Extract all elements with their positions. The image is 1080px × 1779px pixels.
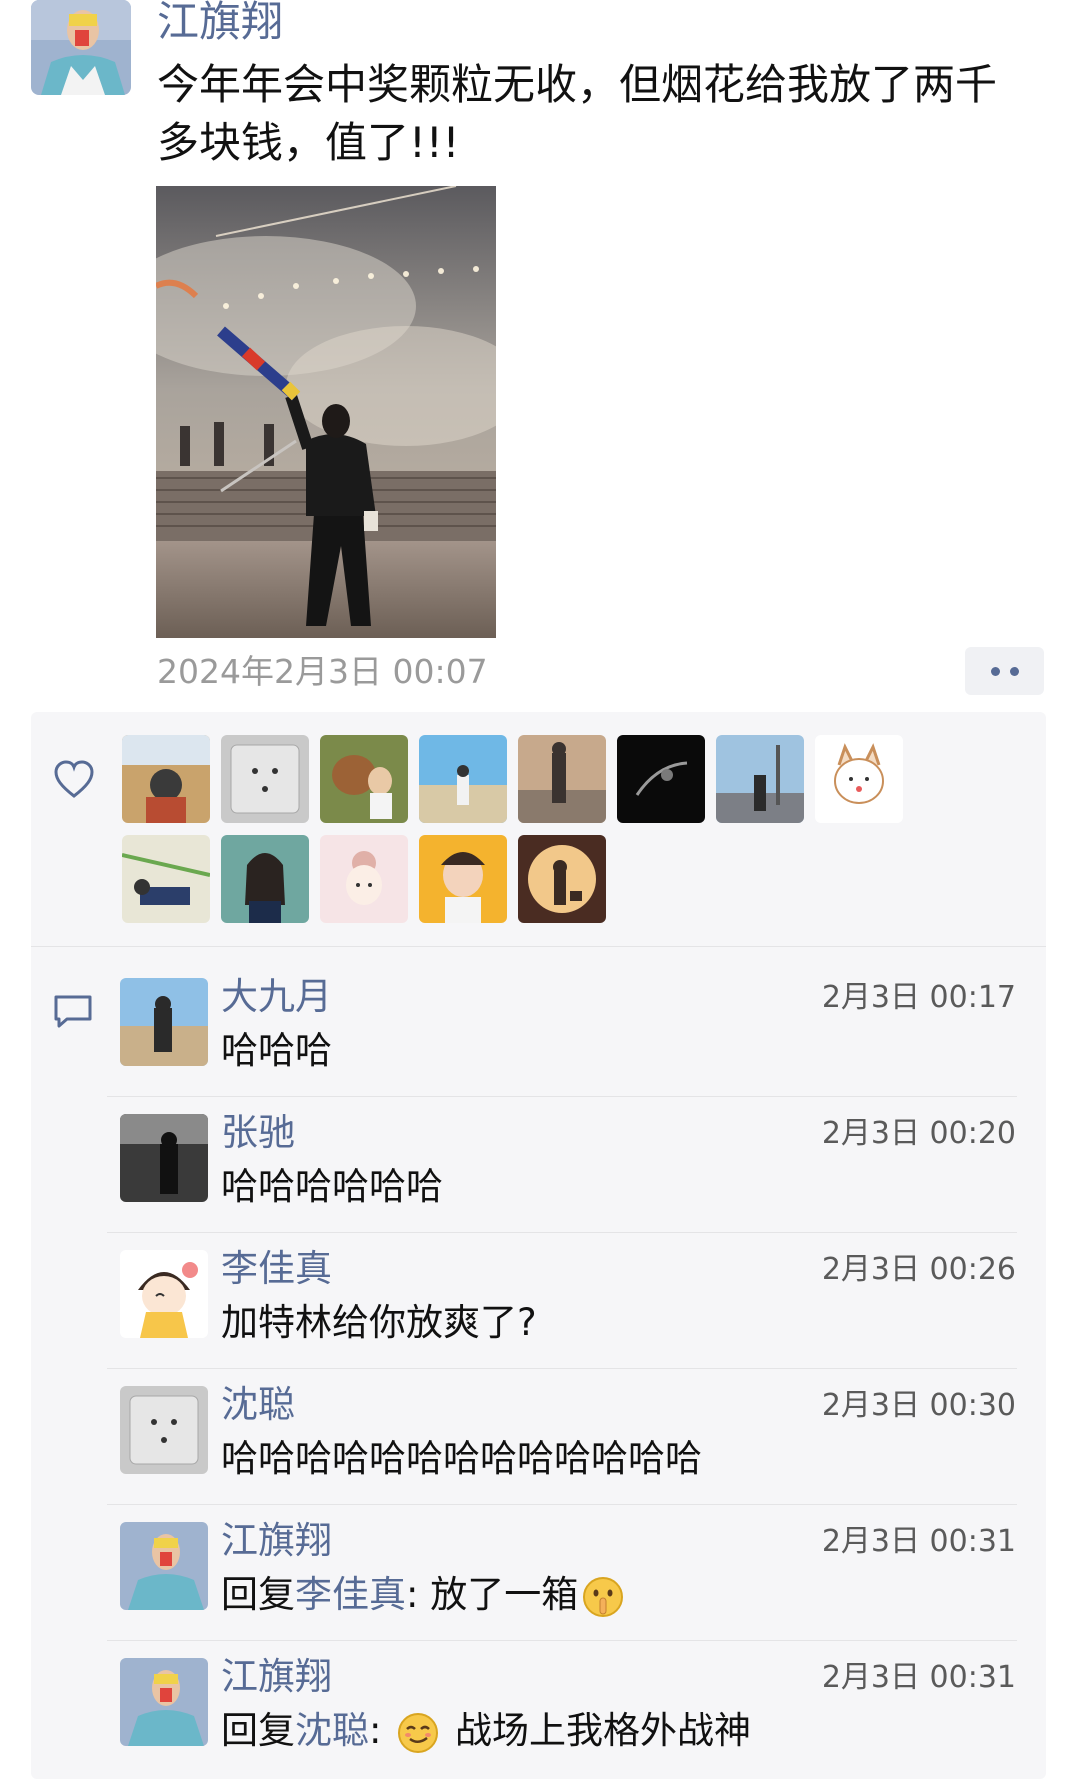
- comment-author[interactable]: 李佳真: [221, 1246, 332, 1292]
- comment-author[interactable]: 张驰: [221, 1110, 295, 1156]
- post-timestamp: 2024年2月3日 00:07: [157, 652, 488, 691]
- reply-colon: :: [406, 1573, 431, 1616]
- comment-divider: [107, 1640, 1017, 1641]
- comment-divider: [107, 1504, 1017, 1505]
- like-avatar[interactable]: [419, 835, 507, 923]
- like-avatar[interactable]: [815, 735, 903, 823]
- like-avatar[interactable]: [518, 735, 606, 823]
- like-avatar[interactable]: [419, 735, 507, 823]
- like-avatar[interactable]: [122, 735, 210, 823]
- comment-text: 加特林给你放爽了?: [221, 1301, 537, 1344]
- like-avatar[interactable]: [320, 835, 408, 923]
- like-avatar[interactable]: [518, 835, 606, 923]
- more-actions-button[interactable]: [965, 647, 1044, 695]
- comment-text: 哈哈哈哈哈哈哈哈哈哈哈哈哈: [221, 1437, 702, 1480]
- reply-text: 放了一箱: [430, 1573, 579, 1616]
- reply-colon: :: [369, 1709, 394, 1752]
- post-photo[interactable]: [156, 186, 496, 638]
- comment-item[interactable]: 沈聪 2月3日 00:30 哈哈哈哈哈哈哈哈哈哈哈哈哈: [31, 1368, 1046, 1504]
- like-avatar[interactable]: [716, 735, 804, 823]
- dot-icon: [990, 666, 1000, 676]
- reply-target[interactable]: 李佳真: [295, 1573, 406, 1616]
- comment-text: 哈哈哈哈哈哈: [221, 1165, 443, 1208]
- comment-time: 2月3日 00:30: [821, 1388, 1016, 1423]
- comment-avatar[interactable]: [120, 978, 208, 1066]
- comment-time: 2月3日 00:31: [821, 1524, 1016, 1559]
- dot-icon: [1009, 666, 1019, 676]
- like-avatar[interactable]: [320, 735, 408, 823]
- author-name[interactable]: 江旗翔: [157, 0, 283, 48]
- comment-author[interactable]: 江旗翔: [221, 1654, 332, 1700]
- comment-text: 回复李佳真: 放了一箱: [221, 1572, 628, 1618]
- panel-divider: [31, 946, 1046, 947]
- comment-item[interactable]: 李佳真 2月3日 00:26 加特林给你放爽了?: [31, 1232, 1046, 1368]
- shush-emoji-icon: [583, 1576, 624, 1617]
- reply-target[interactable]: 沈聪: [295, 1709, 369, 1752]
- comment-item[interactable]: 江旗翔 2月3日 00:31 回复沈聪: 战场上我格外战神: [31, 1640, 1046, 1776]
- reply-text: 战场上我格外战神: [455, 1709, 751, 1752]
- comment-avatar[interactable]: [120, 1386, 208, 1474]
- interaction-panel: 大九月 2月3日 00:17 哈哈哈 张驰 2月3日 00:20 哈哈哈哈哈哈 …: [31, 712, 1046, 1779]
- comment-item[interactable]: 大九月 2月3日 00:17 哈哈哈: [31, 960, 1046, 1096]
- comment-author[interactable]: 沈聪: [221, 1382, 295, 1428]
- comment-time: 2月3日 00:20: [821, 1116, 1016, 1151]
- author-avatar[interactable]: [31, 0, 131, 95]
- like-avatar[interactable]: [617, 735, 705, 823]
- smirk-emoji-icon: [398, 1712, 439, 1753]
- comment-author[interactable]: 大九月: [221, 974, 332, 1020]
- reply-prefix: 回复: [221, 1573, 295, 1616]
- comment-item[interactable]: 江旗翔 2月3日 00:31 回复李佳真: 放了一箱: [31, 1504, 1046, 1640]
- comment-item[interactable]: 张驰 2月3日 00:20 哈哈哈哈哈哈: [31, 1096, 1046, 1232]
- comment-time: 2月3日 00:17: [821, 980, 1016, 1015]
- comment-divider: [107, 1232, 1017, 1233]
- post-text: 今年年会中奖颗粒无收，但烟花给我放了两千多块钱，值了!!!: [157, 60, 998, 167]
- comment-text: 回复沈聪: 战场上我格外战神: [221, 1708, 751, 1754]
- comment-text: 哈哈哈: [221, 1029, 332, 1072]
- comment-avatar[interactable]: [120, 1114, 208, 1202]
- comment-divider: [107, 1368, 1017, 1369]
- comment-divider: [107, 1096, 1017, 1097]
- comment-avatar[interactable]: [120, 1658, 208, 1746]
- comment-avatar[interactable]: [120, 1522, 208, 1610]
- comment-author[interactable]: 江旗翔: [221, 1518, 332, 1564]
- like-avatar[interactable]: [221, 835, 309, 923]
- like-avatar[interactable]: [122, 835, 210, 923]
- like-avatar[interactable]: [221, 735, 309, 823]
- comment-time: 2月3日 00:26: [821, 1252, 1016, 1287]
- comment-time: 2月3日 00:31: [821, 1660, 1016, 1695]
- comment-avatar[interactable]: [120, 1250, 208, 1338]
- heart-icon: [53, 760, 95, 804]
- reply-prefix: 回复: [221, 1709, 295, 1752]
